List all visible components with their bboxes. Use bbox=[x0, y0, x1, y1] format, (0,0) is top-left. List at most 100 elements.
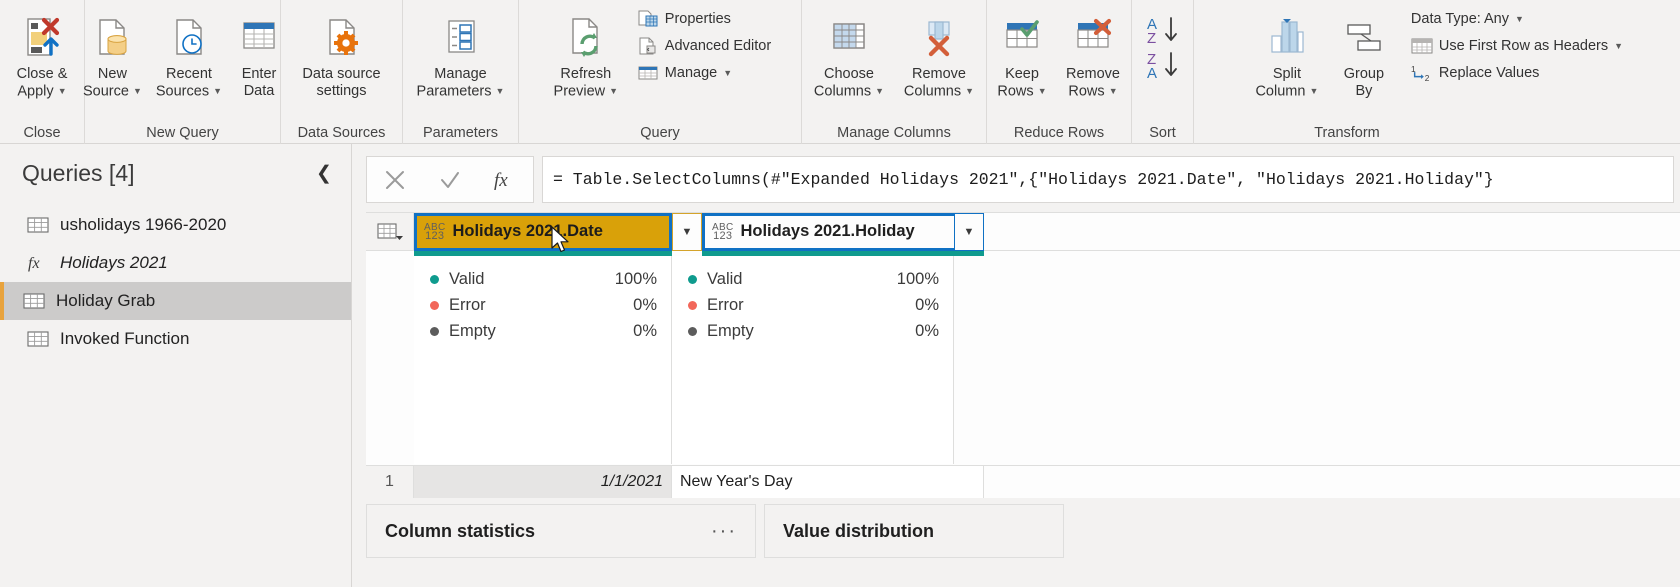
refresh-preview-label-line2: Preview bbox=[553, 83, 606, 100]
power-query-editor: Close & Apply ▼ Close New Source ▼ Recen… bbox=[0, 0, 1680, 587]
chevron-left-icon[interactable]: ❮ bbox=[311, 160, 337, 186]
sort-az-icon: A Z Z A bbox=[1141, 8, 1185, 88]
ribbon-group-label-transform: Transform bbox=[1314, 125, 1380, 141]
remove-columns-button[interactable]: Remove Columns ▼ bbox=[895, 4, 983, 100]
manage-parameters-icon bbox=[438, 8, 484, 66]
profile-label: Empty bbox=[449, 321, 496, 340]
ribbon-group-label-new-query: New Query bbox=[146, 125, 219, 141]
choose-columns-button[interactable]: Choose Columns ▼ bbox=[805, 4, 893, 100]
keep-rows-button[interactable]: Keep Rows ▼ bbox=[989, 4, 1055, 100]
advanced-editor-icon bbox=[637, 36, 659, 56]
profile-label: Empty bbox=[707, 321, 754, 340]
refresh-preview-button[interactable]: Refresh Preview ▼ bbox=[543, 4, 629, 100]
choose-columns-label-line1: Choose bbox=[824, 66, 874, 82]
confirm-formula-button[interactable] bbox=[427, 157, 473, 202]
chevron-down-icon: ▼ bbox=[57, 86, 67, 96]
profile-row-empty: Empty 0% bbox=[430, 318, 657, 344]
column-header-label: Holidays 2021.Holiday bbox=[740, 222, 915, 240]
queries-title: Queries [4] bbox=[22, 159, 135, 186]
table-icon bbox=[26, 329, 50, 349]
query-item-usholidays-1966-2020[interactable]: usholidays 1966-2020 bbox=[0, 206, 351, 244]
error-dot-icon bbox=[688, 300, 697, 310]
remove-rows-label-line1: Remove bbox=[1066, 66, 1120, 82]
formula-input[interactable]: = Table.SelectColumns(#"Expanded Holiday… bbox=[542, 156, 1674, 203]
group-by-button[interactable]: Group By bbox=[1331, 4, 1397, 100]
table-row[interactable]: 1 1/1/2021 New Year's Day bbox=[366, 465, 1680, 498]
cancel-formula-button[interactable] bbox=[372, 157, 418, 202]
query-item-holidays-2021[interactable]: fx Holidays 2021 bbox=[0, 244, 351, 282]
use-first-row-as-headers-label: Use First Row as Headers bbox=[1438, 38, 1609, 54]
profile-value: 0% bbox=[633, 321, 657, 340]
profile-label: Valid bbox=[707, 269, 743, 288]
new-source-icon bbox=[89, 8, 135, 66]
column-statistics-panel[interactable]: Column statistics ··· bbox=[366, 504, 756, 558]
ribbon-group-sort: A Z Z A Sort bbox=[1131, 0, 1193, 144]
profile-row-valid: Valid 100% bbox=[688, 266, 939, 292]
data-source-settings-button[interactable]: Data source settings bbox=[290, 4, 394, 100]
value-distribution-panel[interactable]: Value distribution bbox=[764, 504, 1064, 558]
advanced-editor-button[interactable]: Advanced Editor bbox=[631, 33, 777, 59]
chevron-down-icon: ▼ bbox=[609, 86, 619, 96]
column-header-holidays-2021-date[interactable]: ABC 123 Holidays 2021.Date bbox=[414, 213, 672, 251]
profile-value: 0% bbox=[915, 321, 939, 340]
type-badge-abc123-icon: ABC 123 bbox=[424, 221, 446, 242]
ribbon-group-label-data-sources: Data Sources bbox=[297, 125, 386, 141]
query-item-label: usholidays 1966-2020 bbox=[60, 215, 227, 234]
advanced-editor-label: Advanced Editor bbox=[664, 38, 772, 54]
fx-icon: fx bbox=[26, 253, 50, 273]
ribbon-group-label-reduce-rows: Reduce Rows bbox=[1013, 125, 1105, 141]
valid-dot-icon bbox=[430, 274, 439, 284]
ribbon-group-manage-columns: Choose Columns ▼ Remove Columns ▼ Manage… bbox=[801, 0, 986, 144]
fx-icon[interactable]: fx bbox=[482, 157, 528, 202]
column-filter-dropdown-holiday[interactable]: ▼ bbox=[954, 213, 984, 251]
empty-dot-icon bbox=[688, 326, 697, 336]
remove-columns-label-line2: Columns bbox=[903, 83, 962, 100]
error-dot-icon bbox=[430, 300, 439, 310]
column-statistics-title: Column statistics bbox=[385, 520, 536, 541]
keep-rows-icon bbox=[999, 8, 1045, 66]
query-item-holiday-grab[interactable]: Holiday Grab bbox=[0, 282, 351, 320]
profile-value: 0% bbox=[915, 295, 939, 314]
ellipsis-icon[interactable]: ··· bbox=[711, 520, 737, 543]
split-column-icon bbox=[1264, 8, 1310, 66]
close-and-apply-button[interactable]: Close & Apply ▼ bbox=[6, 4, 78, 100]
cell-holiday[interactable]: New Year's Day bbox=[672, 466, 984, 498]
formula-text-arg2: "Holidays 2021.Holiday" bbox=[1256, 170, 1484, 189]
cell-date[interactable]: 1/1/2021 bbox=[414, 466, 672, 498]
select-all-table-icon[interactable] bbox=[366, 213, 414, 251]
manage-parameters-button[interactable]: Manage Parameters ▼ bbox=[411, 4, 511, 100]
new-source-button[interactable]: New Source ▼ bbox=[77, 4, 148, 100]
ribbon-group-label-parameters: Parameters bbox=[423, 125, 498, 141]
chevron-down-icon: ▼ bbox=[213, 86, 223, 96]
ribbon-group-close: Close & Apply ▼ Close bbox=[0, 0, 84, 144]
column-header-holidays-2021-holiday[interactable]: ABC 123 Holidays 2021.Holiday bbox=[702, 213, 984, 251]
recent-sources-button[interactable]: Recent Sources ▼ bbox=[150, 4, 228, 100]
properties-button[interactable]: Properties bbox=[631, 6, 777, 32]
queries-pane: Queries [4] ❮ usholidays 1966-2020 fx Ho… bbox=[0, 144, 352, 587]
remove-rows-button[interactable]: Remove Rows ▼ bbox=[1057, 4, 1129, 100]
column-filter-dropdown-date[interactable]: ▼ bbox=[672, 213, 702, 251]
data-source-settings-icon bbox=[319, 8, 365, 66]
svg-text:fx: fx bbox=[494, 170, 508, 191]
chevron-down-icon: ▼ bbox=[965, 86, 975, 96]
enter-data-label-line1: Enter bbox=[241, 66, 277, 82]
replace-values-button[interactable]: 1 2 Replace Values bbox=[1405, 60, 1629, 86]
use-first-row-as-headers-button[interactable]: Use First Row as Headers ▼ bbox=[1405, 33, 1629, 59]
grid-header-filler bbox=[984, 213, 1680, 251]
data-type-button[interactable]: Data Type: Any ▼ bbox=[1405, 6, 1629, 32]
remove-columns-icon bbox=[916, 8, 962, 66]
table-icon bbox=[22, 291, 46, 311]
ribbon-group-transform: Split Column ▼ Group By Data Type: Any ▼… bbox=[1193, 0, 1680, 144]
chevron-down-icon: ▼ bbox=[132, 86, 142, 96]
enter-data-icon bbox=[236, 8, 282, 66]
profile-row-valid: Valid 100% bbox=[430, 266, 657, 292]
chevron-down-icon: ▼ bbox=[875, 86, 885, 96]
group-by-label-line2: By bbox=[1355, 83, 1373, 99]
sort-buttons[interactable]: A Z Z A bbox=[1135, 4, 1191, 88]
query-item-invoked-function[interactable]: Invoked Function bbox=[0, 320, 351, 358]
query-item-label: Invoked Function bbox=[60, 329, 190, 348]
split-column-button[interactable]: Split Column ▼ bbox=[1245, 4, 1329, 100]
manage-button[interactable]: Manage ▼ bbox=[631, 60, 777, 86]
table-icon bbox=[26, 215, 50, 235]
bottom-panels: Column statistics ··· Value distribution bbox=[366, 504, 1680, 587]
